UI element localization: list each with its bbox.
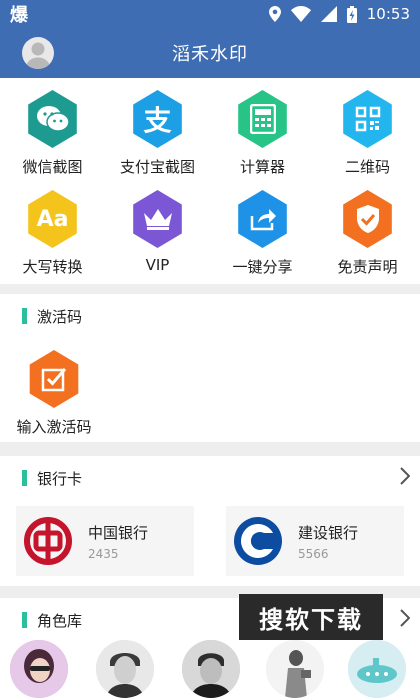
tile-vip[interactable]: VIP <box>105 186 210 286</box>
role-avatar[interactable] <box>348 640 406 698</box>
share-icon <box>238 190 287 248</box>
tile-label: 二维码 <box>344 158 390 176</box>
bank-name: 建设银行 <box>298 523 359 542</box>
chevron-right-icon[interactable] <box>400 466 411 490</box>
tile-label: 计算器 <box>239 158 285 176</box>
qrcode-icon <box>343 90 392 148</box>
battery-icon <box>346 5 357 23</box>
tile-label: 免责声明 <box>337 258 398 276</box>
bank-of-china-logo-icon <box>24 517 72 565</box>
tile-share[interactable]: 一键分享 <box>210 186 315 286</box>
tile-label: 大写转换 <box>22 258 83 276</box>
bank-card-number: 2435 <box>88 546 119 561</box>
tile-alipay-screenshot[interactable]: 支 支付宝截图 <box>105 86 210 186</box>
tile-qrcode[interactable]: 二维码 <box>315 86 420 186</box>
role-avatar[interactable] <box>10 640 68 698</box>
tile-label: 一键分享 <box>232 258 293 276</box>
text-case-icon: Aa <box>28 190 77 248</box>
tile-calculator[interactable]: 计算器 <box>210 86 315 186</box>
tile-label: VIP <box>145 256 170 274</box>
section-title: 银行卡 <box>37 469 83 488</box>
bank-text: 建设银行 5566 <box>298 522 358 561</box>
page-title: 滔禾水印 <box>172 44 248 65</box>
clock: 10:53 <box>366 5 410 23</box>
feature-grid: 微信截图 支 支付宝截图 计算器 二维码 Aa 大写转换 VIP 一键分享 免责… <box>0 78 420 286</box>
section-title: 角色库 <box>37 611 83 630</box>
alipay-icon: 支 <box>133 90 182 148</box>
checkbox-edit-icon <box>29 350 79 408</box>
construction-bank-logo-icon <box>234 517 282 565</box>
crown-icon <box>133 190 182 248</box>
section-header: 激活码 <box>0 294 420 338</box>
bank-card-boc[interactable]: 中国银行 2435 <box>16 506 194 576</box>
tile-label: 输入激活码 <box>16 418 92 436</box>
bank-card-section: 银行卡 中国银行 2435 建设银行 5566 <box>0 456 420 586</box>
bank-name: 中国银行 <box>88 523 149 542</box>
section-accent-bar <box>22 612 27 628</box>
section-header[interactable]: 银行卡 <box>0 456 420 500</box>
notification-glyph: 爆 <box>10 5 28 26</box>
status-icons: 10:53 <box>268 5 410 23</box>
role-avatar-list <box>0 640 420 700</box>
app-bar: 滔禾水印 <box>0 28 420 78</box>
user-silhouette-icon <box>25 42 51 69</box>
section-accent-bar <box>22 470 27 486</box>
tile-wechat-screenshot[interactable]: 微信截图 <box>0 86 105 186</box>
location-icon <box>268 6 281 22</box>
calculator-icon <box>238 90 287 148</box>
section-accent-bar <box>22 308 27 324</box>
tile-label: 微信截图 <box>22 158 83 176</box>
signal-icon <box>320 6 337 22</box>
tile-uppercase-convert[interactable]: Aa 大写转换 <box>0 186 105 286</box>
watermark-badge: 搜软下载 <box>239 594 383 640</box>
wifi-icon <box>290 6 311 22</box>
bank-card-number: 5566 <box>298 546 329 561</box>
enter-activation-code-button[interactable]: 输入激活码 <box>8 350 100 437</box>
bank-text: 中国银行 2435 <box>88 522 148 561</box>
feature-grid-panel: 微信截图 支 支付宝截图 计算器 二维码 Aa 大写转换 VIP 一键分享 免责… <box>0 78 420 284</box>
role-avatar[interactable] <box>96 640 154 698</box>
bank-card-ccb[interactable]: 建设银行 5566 <box>226 506 404 576</box>
role-avatar[interactable] <box>266 640 324 698</box>
chevron-right-icon[interactable] <box>400 608 411 632</box>
tile-disclaimer[interactable]: 免责声明 <box>315 186 420 286</box>
section-title: 激活码 <box>37 307 83 326</box>
activation-section: 激活码 输入激活码 <box>0 294 420 442</box>
role-avatar[interactable] <box>182 640 240 698</box>
tile-label: 支付宝截图 <box>119 158 195 176</box>
status-bar: 爆 10:53 <box>0 0 420 28</box>
shield-check-icon <box>343 190 392 248</box>
wechat-icon <box>28 90 77 148</box>
user-avatar[interactable] <box>22 37 54 69</box>
